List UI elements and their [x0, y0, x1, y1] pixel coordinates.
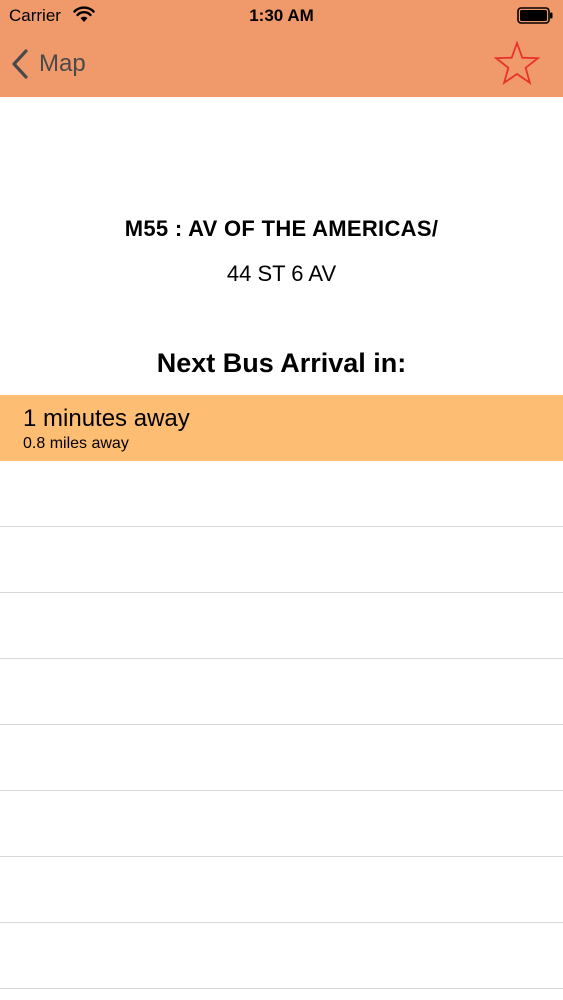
- empty-row: [0, 923, 563, 989]
- empty-row: [0, 527, 563, 593]
- arrival-list: 1 minutes away 0.8 miles away: [0, 395, 563, 989]
- next-arrival-heading: Next Bus Arrival in:: [156, 348, 407, 378]
- empty-row: [0, 857, 563, 923]
- bus-arrival-screen: Carrier 1:30 AM Map M55: AV OF THE AMER…: [0, 0, 563, 1000]
- empty-row: [0, 659, 563, 725]
- chevron-left-icon: [12, 49, 28, 79]
- favorite-star-icon[interactable]: [494, 40, 540, 86]
- empty-row: [0, 461, 563, 527]
- back-button-label: Map: [39, 50, 86, 77]
- header: Carrier 1:30 AM Map: [0, 0, 563, 97]
- back-button[interactable]: Map: [10, 48, 86, 80]
- stop-route-title: M55 : AV OF THE AMERICAS/: [124, 216, 439, 241]
- empty-row: [0, 791, 563, 857]
- status-bar: Carrier 1:30 AM: [0, 0, 563, 32]
- stop-name: 44 ST 6 AV: [226, 261, 337, 286]
- arrival-time: 1 minutes away: [23, 405, 190, 432]
- empty-row: [0, 593, 563, 659]
- arrival-row[interactable]: 1 minutes away 0.8 miles away: [0, 395, 563, 461]
- empty-row: [0, 725, 563, 791]
- navigation-bar: Map: [0, 32, 563, 97]
- arrival-distance: 0.8 miles away: [23, 435, 129, 452]
- status-time: 1:30 AM: [249, 6, 314, 25]
- battery-icon: [517, 7, 553, 24]
